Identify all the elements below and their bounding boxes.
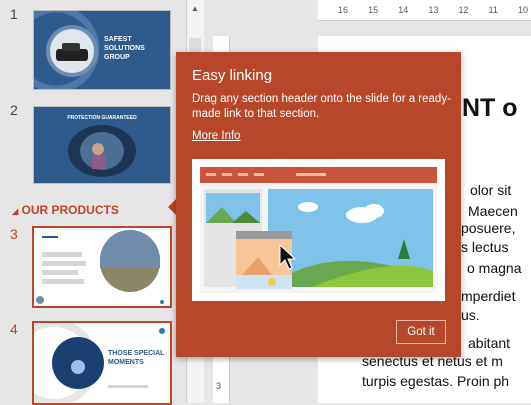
ruler-label: 10 <box>517 5 528 15</box>
document-line: o magna <box>467 260 522 276</box>
slide-thumbnail-pane: 1 SAFEST SOLUTIONS GROUP 2 PROTECTION GU… <box>0 0 180 405</box>
slide-number-1: 1 <box>10 6 18 22</box>
slide-thumbnail-1[interactable]: SAFEST SOLUTIONS GROUP <box>33 10 171 90</box>
document-line: turpis egestas. Proin ph <box>362 373 510 389</box>
slide-number-3: 3 <box>10 226 18 242</box>
slide-thumbnail-2[interactable]: PROTECTION GUARANTEED <box>33 106 171 184</box>
slide-2-title: PROTECTION GUARANTEED <box>67 115 137 121</box>
horizontal-ruler: 16 15 14 13 12 11 10 <box>318 0 531 21</box>
ruler-label: 15 <box>368 5 379 15</box>
callout-title: Easy linking <box>192 67 273 84</box>
collapse-triangle-icon[interactable]: ◢ <box>12 207 18 216</box>
document-heading: NT o <box>462 94 518 122</box>
document-line: abitant <box>468 335 511 351</box>
slide-number-2: 2 <box>10 102 18 118</box>
ruler-label: 11 <box>488 5 498 15</box>
ruler-label: 16 <box>338 5 349 15</box>
document-line: mperdiet <box>461 288 516 304</box>
easy-linking-illustration-icon <box>192 159 445 301</box>
slide-thumbnail-3[interactable] <box>32 226 172 308</box>
more-info-link[interactable]: More Info <box>192 130 241 142</box>
document-line: us. <box>461 307 480 323</box>
document-line: olor sit <box>470 182 512 198</box>
ruler-label: 14 <box>398 5 409 15</box>
got-it-button[interactable]: Got it <box>396 320 446 344</box>
slide-1-title: SAFEST SOLUTIONS GROUP <box>104 36 145 61</box>
easy-linking-callout: Easy linking Drag any section header ont… <box>176 52 461 357</box>
slide-thumbnail-4[interactable]: THOSE SPECIAL MOMENTS <box>32 321 172 405</box>
ruler-label: 12 <box>458 5 469 15</box>
section-header-label: OUR PRODUCTS <box>21 203 119 217</box>
scroll-up-icon[interactable]: ▲ <box>191 4 199 13</box>
slide-number-4: 4 <box>10 321 18 337</box>
slide-4-title: THOSE SPECIAL MOMENTS <box>108 350 165 366</box>
document-line: Maecen <box>468 203 518 219</box>
ruler-label: 13 <box>428 5 439 15</box>
callout-body: Drag any section header onto the slide f… <box>192 93 451 120</box>
document-line: posuere, <box>461 220 516 236</box>
ruler-label: 3 <box>216 381 222 391</box>
document-line: s lectus <box>461 239 509 255</box>
section-header[interactable]: ◢ OUR PRODUCTS <box>12 203 119 217</box>
